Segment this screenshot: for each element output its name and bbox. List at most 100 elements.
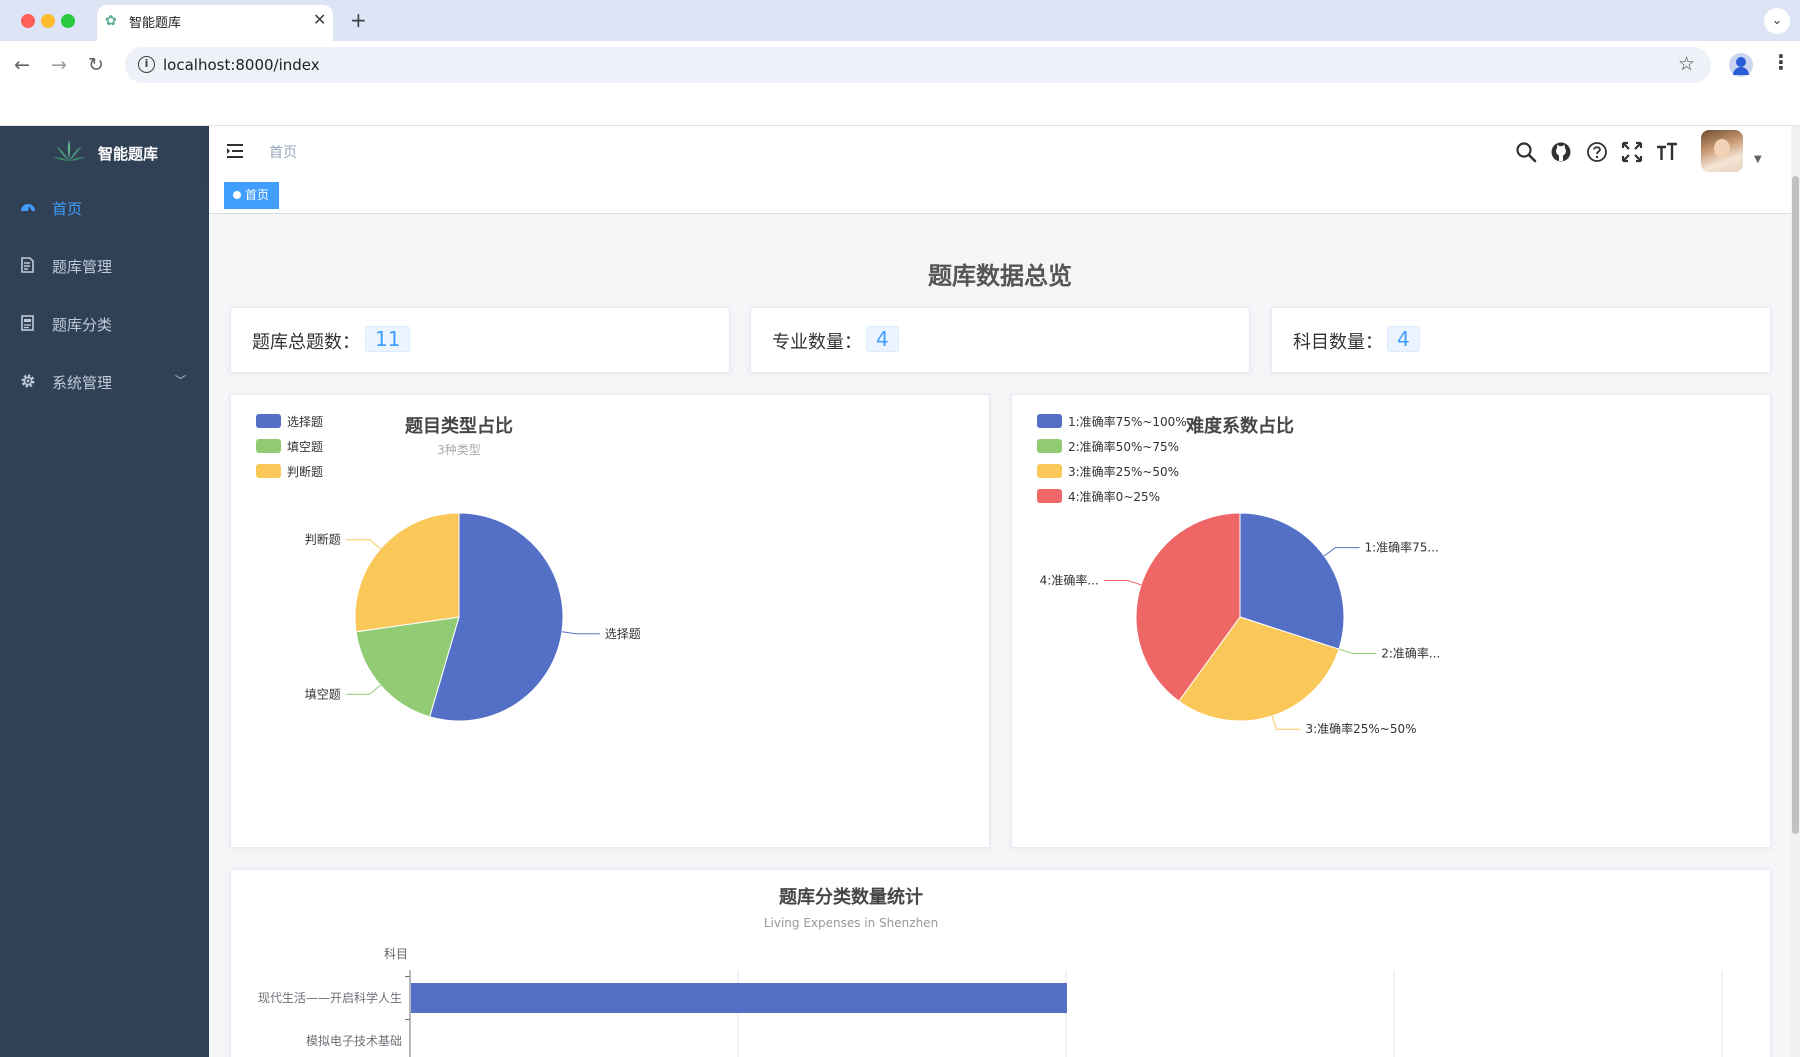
gear-icon: [21, 374, 35, 388]
chart-subtitle: 3种类型: [437, 443, 481, 457]
sidebar-item-system-management[interactable]: 系统管理 ﹀: [0, 354, 209, 410]
tag-home[interactable]: 首页: [224, 182, 280, 209]
sidebar-item-label: 题库分类: [52, 316, 113, 334]
y-tick-label: 现代生活——开启科学人生: [258, 990, 402, 1005]
legend-swatch: [256, 464, 281, 478]
browser-toolbar: ← → ↻ i localhost:8000/index ☆ ⋮: [0, 41, 1800, 91]
url-text[interactable]: localhost:8000/index: [163, 56, 320, 74]
chart-title: 难度系数占比: [1185, 415, 1294, 437]
legend-swatch: [1037, 489, 1062, 503]
legend-label: 3:准确率25%~50%: [1068, 464, 1179, 479]
address-bar[interactable]: i localhost:8000/index ☆: [125, 47, 1711, 83]
legend-swatch: [1037, 439, 1062, 453]
bar: [411, 983, 1067, 1013]
bookmark-star-icon[interactable]: ☆: [1678, 53, 1695, 75]
bookmarks-strip: [0, 91, 1800, 126]
sidebar-item-home[interactable]: 首页: [0, 180, 209, 236]
sidebar-item-label: 首页: [52, 200, 83, 218]
category-count-chart-card: 题库分类数量统计 Living Expenses in Shenzhen 科目现代生…: [230, 869, 1771, 1057]
legend-swatch: [1037, 414, 1062, 428]
tags-view: 首页: [209, 178, 1791, 214]
stat-value: 11: [365, 326, 411, 352]
help-icon[interactable]: [1586, 141, 1608, 163]
window-minimize-button[interactable]: [41, 14, 55, 28]
pie-label: 1:准确率75...: [1364, 540, 1438, 555]
document-edit-icon: [21, 257, 34, 273]
sidebar-item-question-category[interactable]: 题库分类: [0, 296, 209, 352]
reload-icon[interactable]: ↻: [88, 54, 104, 76]
window-close-button[interactable]: [21, 14, 35, 28]
legend-label: 1:准确率75%~100%: [1068, 414, 1187, 429]
page-title: 题库数据总览: [928, 262, 1072, 290]
pie-label: 填空题: [305, 687, 341, 701]
pie-label: 3:准确率25%~50%: [1305, 721, 1416, 736]
pie-label: 4:准确率...: [1040, 573, 1099, 588]
stat-label: 科目数量：: [1293, 332, 1383, 353]
new-tab-button[interactable]: +: [350, 8, 367, 32]
pie-label-line: [561, 631, 600, 635]
category-count-bar-chart: 题库分类数量统计 Living Expenses in Shenzhen 科目现代生…: [258, 886, 1723, 1057]
forward-arrow-icon[interactable]: →: [51, 54, 67, 76]
pie-label-line: [1323, 547, 1360, 557]
difficulty-chart-card: 1:准确率75%~100% 2:准确率50%~75% 3:准确率25%~50% 4:准…: [1011, 394, 1771, 848]
back-arrow-icon[interactable]: ←: [14, 54, 30, 76]
tab-favicon-icon: ✿: [105, 13, 117, 29]
legend-label: 填空题: [287, 440, 323, 454]
window-zoom-button[interactable]: [61, 14, 75, 28]
logo-icon: [53, 140, 85, 161]
question-type-chart-card: 选择题 填空题 判断题 题目类型占比 3种类型 选择题 填空题 判断题: [230, 394, 990, 848]
legend-swatch: [1037, 464, 1062, 478]
legend-label: 2:准确率50%~75%: [1068, 439, 1179, 454]
navbar: 首页 ▼: [209, 126, 1791, 178]
pie-label-line: [1103, 580, 1142, 586]
sidebar-item-question-management[interactable]: 题库管理: [0, 238, 209, 294]
pie-label-line: [1338, 648, 1377, 654]
sidebar-item-label: 系统管理: [52, 374, 113, 392]
legend-swatch: [256, 439, 281, 453]
pie-label-line: [345, 539, 381, 550]
sidebar-item-label: 题库管理: [52, 258, 113, 276]
y-tick-label: 模拟电子技术基础: [306, 1034, 402, 1048]
tab-search-chevron-icon[interactable]: ⌄: [1764, 8, 1790, 34]
chart-title: 题库分类数量统计: [779, 886, 923, 908]
difficulty-pie-chart: 1:准确率75%~100% 2:准确率50%~75% 3:准确率25%~50% 4:准…: [1037, 414, 1440, 736]
tab-title: 智能题库: [129, 16, 182, 31]
scrollbar-thumb[interactable]: [1792, 176, 1799, 834]
category-icon: [21, 315, 34, 331]
legend-label: 判断题: [287, 464, 323, 479]
app-title: 智能题库: [98, 145, 159, 163]
dashboard-content: 题库数据总览 题库总题数： 11 专业数量： 4 科目数量： 4 选择题 填空题判…: [209, 214, 1791, 1057]
browser-menu-icon[interactable]: ⋮: [1771, 50, 1791, 74]
github-icon[interactable]: [1550, 141, 1572, 163]
question-type-pie-chart: 选择题填空题判断题题目类型占比3种类型选择题填空题判断题: [256, 414, 641, 722]
breadcrumb[interactable]: 首页: [269, 142, 297, 162]
tag-label: 首页: [245, 188, 270, 202]
chevron-down-icon: ﹀: [175, 374, 186, 387]
profile-avatar-icon[interactable]: [1729, 53, 1753, 77]
site-info-icon[interactable]: i: [138, 56, 155, 73]
pie-label-line: [1271, 715, 1301, 730]
stat-card-subjects: 科目数量： 4: [1271, 307, 1771, 373]
tag-dot-icon: [233, 191, 241, 199]
legend-label: 4:准确率0~25%: [1068, 489, 1160, 504]
caret-down-icon[interactable]: ▼: [1754, 154, 1762, 165]
dashboard-icon: [21, 204, 35, 211]
page-scrollbar[interactable]: [1791, 126, 1800, 1057]
tab-close-button[interactable]: ✕: [313, 10, 326, 29]
pie-label: 判断题: [305, 532, 341, 547]
font-size-icon[interactable]: [1656, 141, 1678, 163]
legend-swatch: [256, 414, 281, 428]
browser-tab-bar: ✿ 智能题库 ✕ + ⌄: [0, 0, 1800, 41]
avatar[interactable]: [1701, 130, 1743, 172]
stat-value: 4: [866, 326, 899, 352]
axis-label: 科目: [384, 947, 408, 961]
chart-subtitle: Living Expenses in Shenzhen: [764, 916, 938, 930]
chart-title: 题目类型占比: [405, 415, 513, 437]
search-icon[interactable]: [1515, 141, 1537, 163]
pie-label: 选择题: [605, 627, 641, 641]
stat-card-majors: 专业数量： 4: [750, 307, 1250, 373]
pie-label: 2:准确率...: [1381, 645, 1440, 660]
fullscreen-icon[interactable]: [1621, 141, 1643, 163]
pie-slice: [354, 512, 460, 633]
sidebar-toggle-icon[interactable]: [226, 143, 244, 159]
